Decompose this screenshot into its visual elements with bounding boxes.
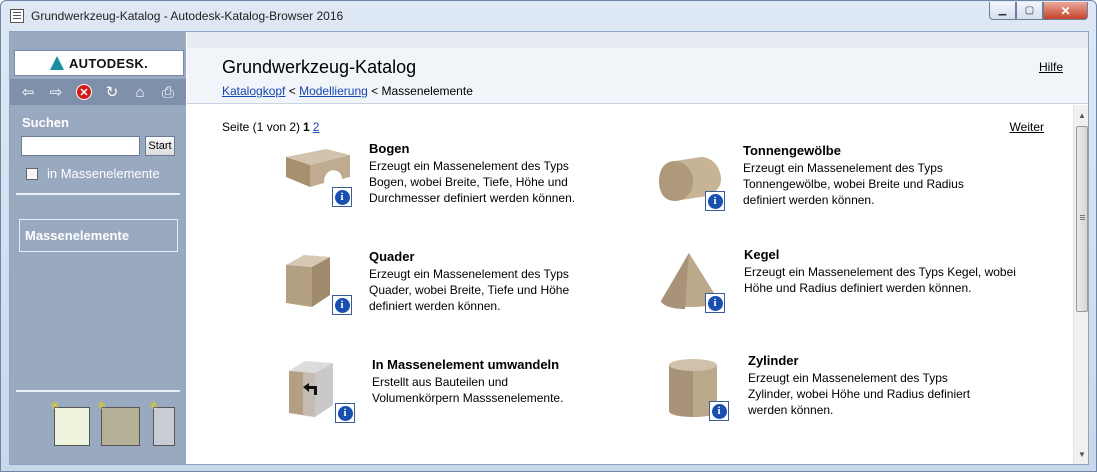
new-palette-icon[interactable]: ✳ — [97, 401, 141, 446]
main-panel: Grundwerkzeug-Katalog Hilfe Katalogkopf … — [187, 32, 1088, 464]
forward-arrow-icon[interactable]: ⇨ — [46, 82, 66, 102]
sidebar: AUTODESK. ⇦ ⇨ ✕ ↻ ⌂ ⎙ Suchen Start in Ma… — [10, 32, 186, 464]
info-badge-button[interactable]: i — [705, 293, 725, 313]
item-description: Erzeugt ein Massenelement des Typs Bogen… — [369, 159, 576, 205]
client-area: AUTODESK. ⇦ ⇨ ✕ ↻ ⌂ ⎙ Suchen Start in Ma… — [9, 31, 1089, 465]
stop-button[interactable]: ✕ — [74, 82, 94, 102]
breadcrumb: Katalogkopf < Modellierung < Masseneleme… — [222, 84, 473, 98]
search-start-button[interactable]: Start — [145, 136, 175, 156]
maximize-button[interactable]: ▢ — [1016, 2, 1043, 20]
palette-shape — [101, 407, 140, 446]
item-title: Kegel — [744, 247, 780, 262]
back-arrow-icon[interactable]: ⇦ — [18, 82, 38, 102]
catalog-content: Seite (1 von 2) 1 2 Weiter i Bogen Erzeugt… — [187, 105, 1073, 464]
page-counter: Seite (1 von 2) — [222, 120, 301, 134]
new-tool-icon[interactable]: ✳ — [149, 400, 177, 446]
breadcrumb-catalog-link[interactable]: Katalogkopf — [222, 84, 285, 98]
item-description: Erzeugt ein Massenelement des Typs Quade… — [369, 267, 570, 313]
navigation-toolbar: ⇦ ⇨ ✕ ↻ ⌂ ⎙ — [10, 79, 186, 105]
item-description: Erzeugt ein Massenelement des Typs Zylin… — [748, 371, 971, 417]
new-catalog-icon[interactable]: ✳ — [50, 401, 92, 446]
sidebar-item-massenelemente[interactable]: Massenelemente — [19, 219, 178, 252]
sparkle-icon: ✳ — [149, 400, 159, 412]
scrollbar-grip — [1080, 215, 1085, 216]
sparkle-icon: ✳ — [50, 400, 60, 412]
help-link[interactable]: Hilfe — [1039, 60, 1063, 74]
search-label: Suchen — [22, 115, 69, 130]
close-button[interactable]: ✕ — [1043, 2, 1088, 20]
title-bar[interactable]: Grundwerkzeug-Katalog - Autodesk-Katalog… — [1, 1, 1096, 31]
scrollbar-thumb[interactable] — [1076, 126, 1088, 312]
catalog-app-icon — [10, 9, 24, 23]
catalog-item[interactable]: i Zylinder Erzeugt ein Massenelement des… — [665, 353, 1005, 425]
info-icon: i — [707, 193, 723, 209]
next-page-link[interactable]: Weiter — [1010, 120, 1044, 134]
page-2-link[interactable]: 2 — [313, 120, 320, 134]
info-icon: i — [337, 405, 353, 421]
sparkle-icon: ✳ — [97, 400, 107, 412]
autodesk-logo-text: AUTODESK. — [68, 55, 149, 71]
search-input[interactable] — [21, 136, 140, 156]
info-badge-button[interactable]: i — [709, 401, 729, 421]
item-title: Quader — [369, 249, 415, 264]
info-badge-button[interactable]: i — [705, 191, 725, 211]
info-icon: i — [711, 403, 727, 419]
scroll-up-arrow-icon[interactable]: ▲ — [1074, 107, 1088, 123]
pager: Seite (1 von 2) 1 2 — [222, 120, 319, 134]
application-window: Grundwerkzeug-Katalog - Autodesk-Katalog… — [0, 0, 1097, 472]
breadcrumb-separator: < — [285, 84, 300, 98]
sidebar-divider — [16, 390, 180, 392]
catalog-item[interactable]: i Bogen Erzeugt ein Massenelement des Ty… — [282, 141, 602, 211]
catalog-item[interactable]: i Quader Erzeugt ein Massenelement des T… — [282, 249, 602, 319]
info-badge-button[interactable]: i — [332, 295, 352, 315]
info-icon: i — [334, 297, 350, 313]
catalog-item[interactable]: i Tonnengewölbe Erzeugt ein Massenelemen… — [655, 143, 995, 213]
tool-shape — [153, 407, 175, 446]
info-badge-button[interactable]: i — [335, 403, 355, 423]
document-shape — [54, 407, 90, 446]
refresh-icon[interactable]: ↻ — [102, 82, 122, 102]
scroll-down-arrow-icon[interactable]: ▼ — [1074, 446, 1088, 462]
breadcrumb-separator: < — [367, 84, 382, 98]
autodesk-logo: AUTODESK. — [14, 50, 184, 76]
item-title: Bogen — [369, 141, 410, 156]
search-scope-label: in Massenelemente — [47, 166, 160, 181]
page-title: Grundwerkzeug-Katalog — [222, 57, 417, 77]
info-icon: i — [707, 295, 723, 311]
print-icon[interactable]: ⎙ — [158, 82, 178, 102]
item-title: Tonnengewölbe — [743, 143, 841, 158]
search-scope-checkbox[interactable] — [26, 168, 38, 180]
autodesk-logo-icon — [49, 56, 64, 70]
breadcrumb-modeling-link[interactable]: Modellierung — [299, 84, 368, 98]
minimize-button[interactable]: ▁ — [989, 2, 1016, 20]
current-page: 1 — [303, 120, 310, 134]
catalog-item[interactable]: i Kegel Erzeugt ein Massenelement des Ty… — [655, 247, 1016, 317]
info-icon: i — [334, 189, 350, 205]
vertical-scrollbar[interactable]: ▲ ▼ — [1073, 105, 1088, 464]
item-description: Erzeugt ein Massenelement des Typs Kegel… — [744, 265, 1016, 295]
page-header: Grundwerkzeug-Katalog Hilfe Katalogkopf … — [187, 48, 1088, 104]
item-title: Zylinder — [748, 353, 799, 368]
window-title: Grundwerkzeug-Katalog - Autodesk-Katalog… — [31, 9, 344, 23]
item-title: In Massenelement umwandeln — [372, 357, 560, 372]
item-description: Erzeugt ein Massenelement des Typs Tonne… — [743, 161, 964, 207]
breadcrumb-current: Massenelemente — [381, 84, 473, 98]
info-badge-button[interactable]: i — [332, 187, 352, 207]
catalog-item[interactable]: i In Massenelement umwandeln Erstellt au… — [285, 357, 605, 429]
stop-icon: ✕ — [76, 84, 92, 100]
home-icon[interactable]: ⌂ — [130, 82, 150, 102]
item-description: Erstellt aus Bauteilen und Volumenkörper… — [372, 375, 564, 405]
header-strip — [187, 32, 1088, 48]
sidebar-divider — [16, 193, 180, 195]
